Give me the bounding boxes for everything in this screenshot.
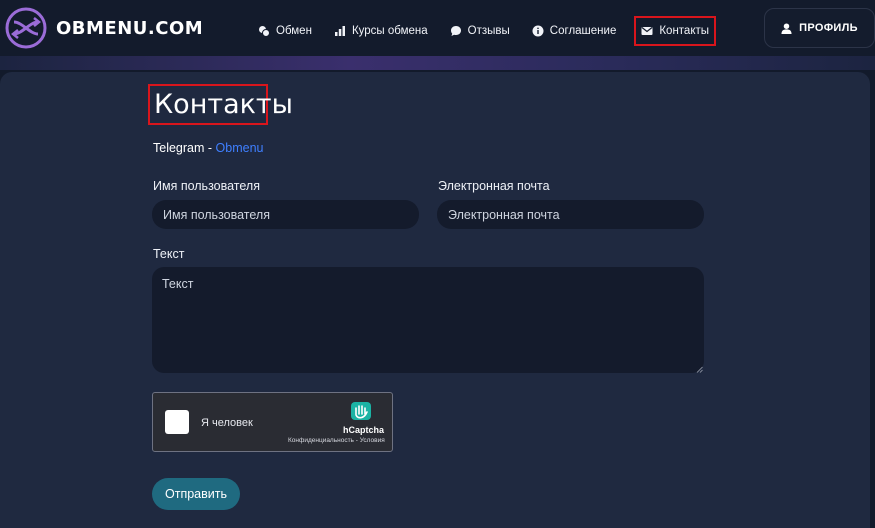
main-nav: Обмен Курсы обмена Отзывы Соглашение Кон… xyxy=(256,16,732,46)
text-label: Текст xyxy=(153,247,185,261)
brand-logo[interactable]: OBMENU.COM xyxy=(4,6,203,50)
bar-chart-icon xyxy=(334,26,345,36)
nav-item-agreement[interactable]: Соглашение xyxy=(530,18,619,44)
message-textarea[interactable] xyxy=(152,267,704,373)
telegram-link[interactable]: Obmenu xyxy=(216,141,264,155)
nav-item-reviews[interactable]: Отзывы xyxy=(448,18,512,44)
logo-icon xyxy=(5,7,47,49)
resize-handle-icon[interactable] xyxy=(696,366,703,373)
nav-item-rates[interactable]: Курсы обмена xyxy=(332,18,430,44)
top-header: OBMENU.COM Обмен Курсы обмена Отзывы Сог… xyxy=(0,0,875,58)
header-divider xyxy=(0,56,875,70)
profile-button[interactable]: ПРОФИЛЬ xyxy=(764,8,875,48)
user-icon xyxy=(781,22,792,34)
email-label: Электронная почта xyxy=(438,179,550,193)
nav-item-exchange[interactable]: Обмен xyxy=(256,18,314,44)
page-title: Контакты xyxy=(148,84,293,125)
email-input[interactable] xyxy=(437,200,704,229)
hcaptcha-name: hCaptcha xyxy=(343,425,385,435)
nav-item-contacts[interactable]: Контакты xyxy=(634,16,717,46)
nav-item-label: Отзывы xyxy=(467,25,510,37)
nav-item-label: Обмен xyxy=(276,25,312,37)
profile-label: ПРОФИЛЬ xyxy=(799,22,858,34)
username-label: Имя пользователя xyxy=(153,179,260,193)
submit-button[interactable]: Отправить xyxy=(152,478,240,510)
hcaptcha-links[interactable]: Конфиденциальность - Условия xyxy=(288,437,385,444)
nav-item-label: Соглашение xyxy=(549,25,617,37)
hcaptcha-logo-icon xyxy=(351,402,371,420)
brand-name: OBMENU.COM xyxy=(56,17,204,39)
nav-item-label: Курсы обмена xyxy=(351,25,428,37)
telegram-line: Telegram - Obmenu xyxy=(153,141,263,155)
coins-icon xyxy=(259,26,270,37)
username-input[interactable] xyxy=(152,200,419,229)
envelope-icon xyxy=(641,27,653,35)
captcha-label: Я человек xyxy=(201,417,253,429)
telegram-prefix: Telegram - xyxy=(153,141,216,155)
info-icon xyxy=(532,25,544,37)
nav-item-label: Контакты xyxy=(659,25,710,37)
captcha-checkbox[interactable] xyxy=(165,410,189,434)
comment-icon xyxy=(450,26,461,36)
hcaptcha-widget: Я человек hCaptcha Конфиденциальность - … xyxy=(152,392,393,452)
